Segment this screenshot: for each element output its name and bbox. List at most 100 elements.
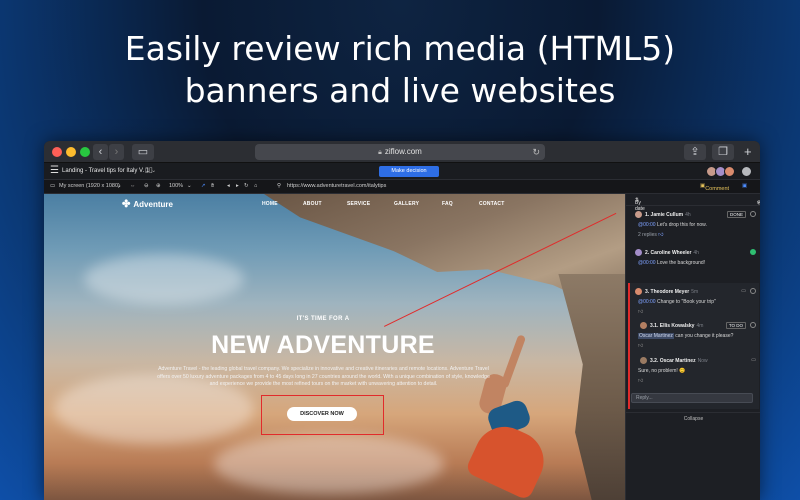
sort-select[interactable]: By date ⇅ (635, 197, 645, 212)
annotation-highlight-box[interactable] (261, 395, 384, 435)
comment-time: 4h (685, 212, 691, 218)
climber-pants (464, 417, 554, 500)
resolved-check-icon[interactable] (750, 249, 756, 255)
comment-time: Now (697, 358, 708, 364)
previous-icon[interactable]: ◂ (227, 183, 230, 189)
hero-eyebrow: IT'S TIME FOR A (296, 316, 350, 322)
resolve-toggle[interactable] (750, 322, 756, 328)
notifications-icon[interactable]: ▣ (742, 183, 747, 189)
site-nav-home[interactable]: HOME (262, 201, 278, 207)
timecode[interactable]: @00:00 (638, 299, 656, 305)
like-icon[interactable]: 👍︎ (638, 343, 643, 349)
like-icon[interactable]: 👍︎ (658, 232, 663, 238)
replies-label: 2 replies (638, 232, 657, 238)
minimize-window-button[interactable] (66, 147, 76, 157)
collapse-button[interactable]: Collapse (626, 412, 760, 422)
site-nav-gallery[interactable]: GALLERY (394, 201, 419, 207)
view-toolbar: ▭ My screen (1920 x 1080) ⌄ ⇔ ⊖ ⊕ 100% ⌄… (44, 180, 760, 194)
zoom-in-icon[interactable]: ⊕ (156, 183, 161, 189)
avatar[interactable] (724, 166, 735, 177)
site-nav-faq[interactable]: FAQ (442, 201, 453, 207)
address-url: ziflow.com (384, 147, 422, 156)
chevron-down-icon[interactable]: ⌄ (187, 183, 192, 189)
hand-icon[interactable]: ✋︎ (211, 183, 214, 190)
more-icon[interactable]: ⋮ (757, 200, 760, 206)
site-logo-text: Adventure (133, 200, 173, 209)
avatar (635, 288, 642, 295)
comment-button-label: Comment (705, 186, 730, 192)
zoom-out-icon[interactable]: ⊖ (144, 183, 149, 189)
author-name: 2. Caroline Wheeler (645, 250, 692, 256)
device-icon[interactable]: ▭ (50, 183, 55, 189)
cloud-shape (214, 434, 444, 494)
share-icon[interactable]: ⇪ (684, 144, 706, 160)
address-bar[interactable]: 🔒︎ ziflow.com ↻ (255, 144, 545, 160)
comment-text: Oscar Martinez can you change it please? (638, 333, 756, 339)
comment-time: 5m (691, 289, 699, 295)
comment-author: 1. Jamie Cullum 4h (645, 212, 691, 218)
comment-text: @00:00 Let's drop this for now. (638, 222, 756, 228)
like-icon[interactable]: 👍︎ (638, 378, 643, 384)
lock-icon: 🔒︎ (378, 149, 382, 156)
site-nav-contact[interactable]: CONTACT (479, 201, 504, 207)
site-nav-service[interactable]: SERVICE (347, 201, 370, 207)
website-preview[interactable]: ✤ Adventure HOME ABOUT SERVICE GALLERY FA… (44, 194, 625, 500)
proof-title-text: Landing - Travel tips for Italy (62, 168, 138, 174)
comment-author: 3. Theodore Meyer 5m (645, 289, 698, 295)
attachment-icon[interactable]: ▭ (741, 288, 746, 294)
timecode[interactable]: @00:00 (638, 222, 656, 228)
device-select[interactable]: My screen (1920 x 1080) (59, 183, 120, 189)
replies-count[interactable]: 2 replies 👍︎ (638, 232, 664, 238)
author-name: 3.2. Oscar Martinez (650, 358, 696, 364)
link-icon: ⚲ (277, 183, 282, 189)
resolve-toggle[interactable] (750, 211, 756, 217)
pan-icon[interactable]: ⇔ (130, 183, 136, 189)
headline: Easily review rich media (HTML5) banners… (0, 28, 800, 112)
comment-button[interactable]: ▣ Comment (700, 183, 729, 192)
comments-panel-header: By date ⇅ ⚲≡⋮ (626, 194, 760, 212)
forward-icon[interactable]: › (109, 144, 124, 160)
site-url[interactable]: https://www.adventuretravel.com/italytip… (287, 183, 386, 189)
comment-time: 4h (693, 250, 699, 256)
site-logo[interactable]: ✤ Adventure (122, 199, 173, 210)
attachment-icon[interactable]: ▭ (751, 357, 756, 363)
chevron-down-icon[interactable]: ⌄ (117, 183, 122, 189)
like-icon[interactable]: 👍︎ (638, 309, 643, 315)
sidebar-toggle-icon[interactable]: ▭ (132, 144, 154, 160)
comment-text: @00:00 Change to "Book your trip" (638, 299, 756, 305)
comment-author: 3.1. Ellis Kowalsky 4m (650, 323, 703, 329)
proof-toolbar: ☰ Landing - Travel tips for Italy V. 1 ⌄ … (44, 163, 760, 180)
refresh-icon[interactable]: ↻ (244, 183, 249, 189)
avatar (635, 249, 642, 256)
cloud-shape (84, 254, 244, 304)
cursor-icon[interactable]: ➚ (201, 183, 206, 189)
resolve-toggle[interactable] (750, 288, 756, 294)
comment-body: Let's drop this for now. (656, 222, 707, 228)
maximize-window-button[interactable] (80, 147, 90, 157)
comment-text: @00:00 Love the background! (638, 260, 756, 266)
avatar[interactable] (741, 166, 752, 177)
headline-line-1: Easily review rich media (HTML5) (124, 29, 676, 68)
reply-input[interactable] (631, 393, 753, 403)
site-nav-about[interactable]: ABOUT (303, 201, 322, 207)
make-decision-button[interactable]: Make decision (379, 166, 439, 177)
browser-titlebar: ‹ › ▭ 🔒︎ ziflow.com ↻ ⇪ ❐ + (44, 141, 760, 163)
reload-icon[interactable]: ↻ (532, 144, 540, 160)
zoom-level[interactable]: 100% (169, 183, 183, 189)
book-icon[interactable]: ▯▯ (145, 166, 153, 174)
status-badge[interactable]: DONE (726, 211, 746, 218)
mention-chip[interactable]: Oscar Martinez (638, 333, 674, 339)
logo-icon: ✤ (122, 199, 131, 210)
next-icon[interactable]: ▸ (236, 183, 239, 189)
proof-title[interactable]: Landing - Travel tips for Italy V. 1 ⌄ (62, 167, 156, 174)
timecode[interactable]: @00:00 (638, 260, 656, 266)
new-tab-icon[interactable]: + (744, 144, 758, 160)
menu-icon[interactable]: ☰ (50, 165, 59, 176)
close-window-button[interactable] (52, 147, 62, 157)
home-icon[interactable]: ⌂ (254, 183, 257, 189)
tabs-overview-icon[interactable]: ❐ (712, 144, 734, 160)
avatar (640, 357, 647, 364)
status-badge[interactable]: TO DO (725, 322, 746, 329)
back-icon[interactable]: ‹ (93, 144, 108, 160)
comment-body: can you change it please? (675, 333, 734, 339)
